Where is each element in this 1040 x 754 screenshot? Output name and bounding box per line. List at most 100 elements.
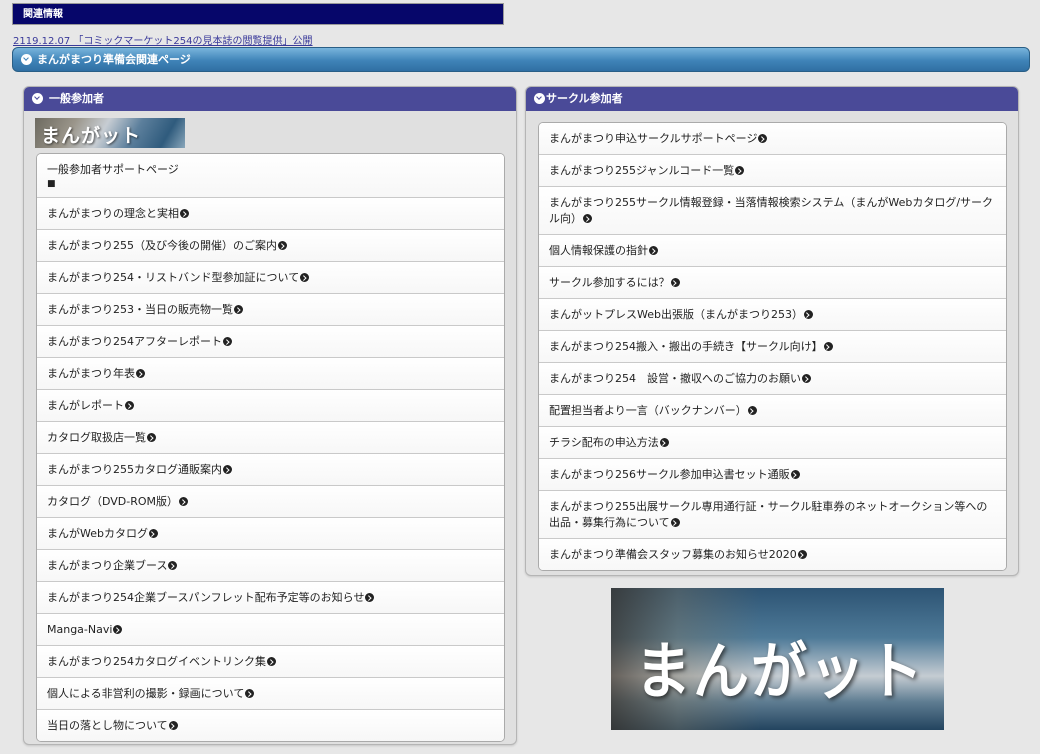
list-item[interactable]: カタログ（DVD-ROM版） (37, 486, 504, 518)
arrow-right-icon (180, 209, 189, 218)
list-item-label: チラシ配布の申込方法 (549, 436, 659, 449)
list-item[interactable]: まんがまつり準備会スタッフ募集のお知らせ2020 (539, 539, 1006, 570)
arrow-right-icon (649, 246, 658, 255)
list-item[interactable]: チラシ配布の申込方法 (539, 427, 1006, 459)
mangatto-banner-large[interactable]: まんがット 255 (611, 588, 944, 730)
general-participants-list: 一般参加者サポートページ ■ まんがまつりの理念と実相まんがまつり255（及び今後の… (36, 153, 505, 742)
list-item[interactable]: まんがまつり255（及び今後の開催）のご案内 (37, 230, 504, 262)
list-item[interactable]: まんがWebカタログ (37, 518, 504, 550)
list-item[interactable]: まんがまつり企業ブース (37, 550, 504, 582)
list-item[interactable]: まんがまつりの理念と実相 (37, 198, 504, 230)
general-participants-panel: 一般参加者 まんがット 255 一般参加者サポートページ ■ まんがまつりの理念と実… (23, 86, 517, 745)
list-item-label: まんがまつり255（及び今後の開催）のご案内 (47, 239, 277, 252)
arrow-right-icon (758, 134, 768, 143)
list-item-label: まんがまつり254・リストバンド型参加証について (47, 271, 300, 284)
list-item-label: Manga-Navi (47, 623, 113, 636)
arrow-right-icon (168, 561, 178, 570)
arrow-right-icon (125, 401, 134, 410)
section-title-bar[interactable]: まんがまつり準備会関連ページ (12, 47, 1030, 72)
circle-participants-list: まんがまつり申込サークルサポートページ まんがまつり255ジャンルコード一覧まんが… (538, 122, 1007, 571)
list-item-label: サークル参加するには？ (549, 276, 670, 289)
list-item-label: まんがまつり255ジャンルコード一覧 (549, 164, 735, 177)
arrow-right-icon (223, 337, 232, 346)
list-item-label: まんがまつり254アフターレポート (47, 335, 222, 348)
list-item-label: まんがまつり申込サークルサポートページ (549, 132, 758, 145)
arrow-right-icon (670, 278, 680, 287)
panel-title: サークル参加者 (546, 92, 623, 105)
list-item[interactable]: 個人による非営利の撮影・録画について (37, 678, 504, 710)
arrow-right-icon (790, 470, 800, 479)
list-item[interactable]: まんがまつり254搬入・搬出の手続き【サークル向け】 (539, 331, 1006, 363)
arrow-right-icon (802, 374, 811, 383)
list-item-label: まんがまつり254企業ブースパンフレット配布予定等のお知らせ (47, 591, 365, 604)
list-item[interactable]: まんがまつり255ジャンルコード一覧 (539, 155, 1006, 187)
list-item[interactable]: カタログ取扱店一覧 (37, 422, 504, 454)
banner-text: まんがット 255 (635, 636, 944, 708)
arrow-right-icon (747, 406, 757, 415)
list-item-label: まんがまつり254搬入・搬出の手続き【サークル向け】 (549, 340, 823, 353)
list-item-label: まんがまつり256サークル参加申込書セット通販 (549, 468, 790, 481)
list-item-label: まんがットプレスWeb出張版（まんがまつり253） (549, 308, 803, 321)
news-link[interactable]: 2119.12.07 「コミックマーケット254の見本誌の閲覧提供」公開 (13, 32, 313, 47)
list-item[interactable]: まんがレポート (37, 390, 504, 422)
arrow-right-icon (113, 625, 123, 634)
arrow-right-icon (803, 310, 813, 319)
arrow-right-icon (234, 305, 243, 314)
list-item[interactable]: まんがまつり申込サークルサポートページ (539, 123, 1006, 155)
arrow-right-icon (179, 497, 189, 506)
list-item[interactable]: 配置担当者より一言（バックナンバー） (539, 395, 1006, 427)
list-item-label: 個人による非営利の撮影・録画について (47, 687, 245, 700)
list-item[interactable]: まんがットプレスWeb出張版（まんがまつり253） (539, 299, 1006, 331)
panel-title: 一般参加者 (49, 92, 104, 105)
list-item[interactable]: 個人情報保護の指針 (539, 235, 1006, 267)
chevron-down-icon (534, 93, 545, 104)
circle-participants-header[interactable]: サークル参加者 (526, 87, 1018, 111)
list-item-label: まんがまつり255サークル情報登録・当落情報検索システム（まんがWebカタログ/… (549, 196, 994, 225)
list-item-label: まんがまつり年表 (47, 367, 135, 380)
related-info-header: 関連情報 (12, 3, 504, 25)
list-item[interactable]: まんがまつり254カタログイベントリンク集 (37, 646, 504, 678)
list-item-label: カタログ取扱店一覧 (47, 431, 146, 444)
list-item-label: カタログ（DVD-ROM版） (47, 495, 179, 508)
chevron-down-icon (21, 54, 32, 65)
arrow-right-icon (245, 689, 255, 698)
arrow-right-icon (583, 214, 592, 223)
arrow-right-icon (168, 721, 178, 730)
general-participants-header[interactable]: 一般参加者 (24, 87, 516, 111)
arrow-right-icon (148, 529, 158, 538)
list-item-label: まんがWebカタログ (47, 527, 148, 540)
list-item-label: まんがまつり254 設営・撤収へのご協力のお願い (549, 372, 801, 385)
arrow-right-icon (670, 518, 680, 527)
arrow-right-icon (147, 433, 156, 442)
arrow-right-icon (300, 273, 310, 282)
list-item[interactable]: まんがまつり254 設営・撤収へのご協力のお願い (539, 363, 1006, 395)
chevron-down-icon (32, 93, 43, 104)
arrow-right-icon (223, 465, 232, 474)
list-item[interactable]: まんがまつり255サークル情報登録・当落情報検索システム（まんがWebカタログ/… (539, 187, 1006, 235)
arrow-right-icon (735, 166, 745, 175)
arrow-right-icon (823, 342, 833, 351)
list-item[interactable]: まんがまつり253・当日の販売物一覧 (37, 294, 504, 326)
arrow-right-icon (136, 369, 145, 378)
section-title: まんがまつり準備会関連ページ (37, 53, 191, 66)
list-item-label: 当日の落とし物について (47, 719, 168, 732)
banner-text: まんがット 255 (41, 125, 142, 147)
list-item-label: 一般参加者サポートページ (47, 163, 179, 176)
list-item[interactable]: まんがまつり255出展サークル専用通行証・サークル駐車券のネットオークション等へ… (539, 491, 1006, 539)
list-item[interactable]: まんがまつり254アフターレポート (37, 326, 504, 358)
list-item[interactable]: まんがまつり256サークル参加申込書セット通販 (539, 459, 1006, 491)
list-item[interactable]: まんがまつり年表 (37, 358, 504, 390)
list-item[interactable]: まんがまつり254・リストバンド型参加証について (37, 262, 504, 294)
list-item[interactable]: Manga-Navi (37, 614, 504, 646)
list-item[interactable]: 一般参加者サポートページ ■ (37, 154, 504, 198)
list-item-label: まんがまつりの理念と実相 (47, 207, 179, 220)
arrow-right-icon (659, 438, 669, 447)
list-item-label: まんがまつり準備会スタッフ募集のお知らせ2020 (549, 548, 797, 561)
list-item[interactable]: まんがまつり255カタログ通販案内 (37, 454, 504, 486)
list-item[interactable]: 当日の落とし物について (37, 710, 504, 741)
arrow-right-icon (365, 593, 375, 602)
mangatto-banner-small[interactable]: まんがット 255 (35, 118, 185, 148)
list-item-label: まんがまつり255カタログ通販案内 (47, 463, 222, 476)
list-item[interactable]: サークル参加するには？ (539, 267, 1006, 299)
list-item[interactable]: まんがまつり254企業ブースパンフレット配布予定等のお知らせ (37, 582, 504, 614)
